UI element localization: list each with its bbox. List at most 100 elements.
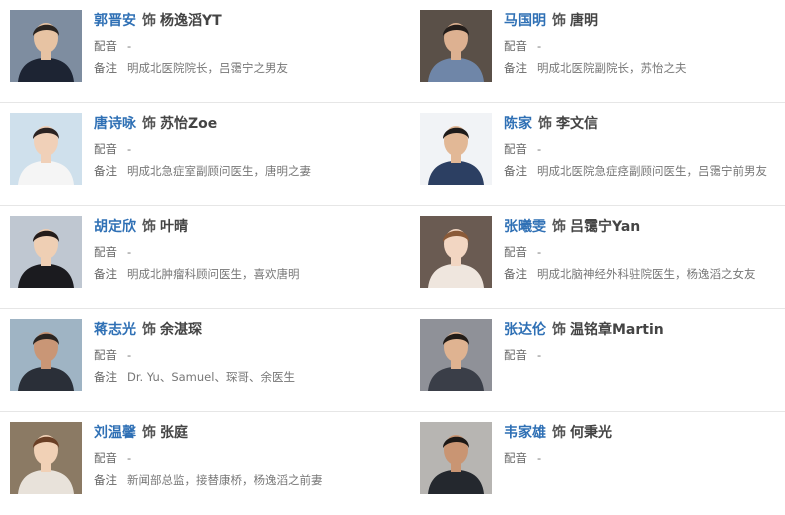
as-label: 饰 <box>142 219 156 235</box>
cast-card: 胡定欣饰叶晴 配音 - 备注 明成北肿瘤科顾问医生，喜欢唐明 <box>10 216 390 292</box>
voice-value: - <box>537 245 542 259</box>
cast-row: 唐诗咏饰苏怡Zoe 配音 - 备注 明成北急症室副顾问医生，唐明之妻 陈家饰李文信 配音 - 备… <box>0 103 785 206</box>
voice-line: 配音 - <box>504 448 785 468</box>
note-value: 新闻部总监，接替康桥，杨逸滔之前妻 <box>127 473 323 487</box>
cast-card: 刘温馨饰张庭 配音 - 备注 新闻部总监，接替康桥，杨逸滔之前妻 <box>10 422 390 498</box>
note-value: 明成北医院副院长，苏怡之夫 <box>537 61 687 75</box>
note-value: 明成北医院院长，吕霭宁之男友 <box>127 61 288 75</box>
cast-list: 郭晋安饰杨逸滔YT 配音 - 备注 明成北医院院长，吕霭宁之男友 马国明饰唐明 配音 - 备注明… <box>0 0 785 508</box>
voice-line: 配音 - <box>504 242 785 262</box>
actor-photo[interactable] <box>10 216 82 288</box>
actor-name-link[interactable]: 张曦雯 <box>504 219 546 235</box>
cast-card: 陈家饰李文信 配音 - 备注 明成北医院急症痉副顾问医生，吕霭宁前男友 <box>420 113 785 189</box>
actor-name-link[interactable]: 郭晋安 <box>94 13 136 29</box>
cast-row: 郭晋安饰杨逸滔YT 配音 - 备注 明成北医院院长，吕霭宁之男友 马国明饰唐明 配音 - 备注明… <box>0 0 785 103</box>
voice-value: - <box>127 39 132 53</box>
cast-info: 韦家雄饰何秉光配音 - <box>504 422 785 468</box>
cast-info: 张曦雯饰吕霭宁Yan 配音 - 备注 明成北脑神经外科驻院医生，杨逸滔之女友 <box>504 216 785 284</box>
as-label: 饰 <box>142 322 156 338</box>
voice-label: 配音 <box>504 245 527 259</box>
voice-value: - <box>127 142 132 156</box>
cast-title-line: 郭晋安饰杨逸滔YT <box>94 10 386 32</box>
voice-label: 配音 <box>94 39 117 53</box>
note-value: 明成北肿瘤科顾问医生，喜欢唐明 <box>127 267 300 281</box>
cast-title-line: 胡定欣饰叶晴 <box>94 216 386 238</box>
actor-name-link[interactable]: 陈家 <box>504 116 532 132</box>
note-label: 备注 <box>94 267 117 281</box>
cast-card: 张曦雯饰吕霭宁Yan 配音 - 备注 明成北脑神经外科驻院医生，杨逸滔之女友 <box>420 216 785 292</box>
voice-label: 配音 <box>94 451 117 465</box>
cast-card: 唐诗咏饰苏怡Zoe 配音 - 备注 明成北急症室副顾问医生，唐明之妻 <box>10 113 390 189</box>
actor-photo[interactable] <box>10 422 82 494</box>
actor-photo[interactable] <box>420 319 492 391</box>
actor-name-link[interactable]: 韦家雄 <box>504 425 546 441</box>
cast-title-line: 陈家饰李文信 <box>504 113 785 135</box>
actor-name-link[interactable]: 唐诗咏 <box>94 116 136 132</box>
cast-card: 郭晋安饰杨逸滔YT 配音 - 备注 明成北医院院长，吕霭宁之男友 <box>10 10 390 86</box>
as-label: 饰 <box>552 322 566 338</box>
cast-info: 胡定欣饰叶晴 配音 - 备注 明成北肿瘤科顾问医生，喜欢唐明 <box>94 216 386 284</box>
voice-value: - <box>127 451 132 465</box>
cast-title-line: 张曦雯饰吕霭宁Yan <box>504 216 785 238</box>
voice-value: - <box>537 451 542 465</box>
actor-photo[interactable] <box>420 113 492 185</box>
cast-info: 马国明饰唐明 配音 - 备注 明成北医院副院长，苏怡之夫 <box>504 10 785 78</box>
actor-photo[interactable] <box>10 113 82 185</box>
cast-row: 蒋志光饰余湛琛 配音 - 备注 Dr. Yu、Samuel、琛哥、余医生 张达伦饰温铭章M… <box>0 309 785 412</box>
note-line: 备注 明成北医院院长，吕霭宁之男友 <box>94 58 386 78</box>
cast-title-line: 马国明饰唐明 <box>504 10 785 32</box>
role-name: 叶晴 <box>160 219 188 235</box>
voice-line: 配音 - <box>94 345 386 365</box>
voice-line: 配音 - <box>94 242 386 262</box>
as-label: 饰 <box>552 219 566 235</box>
voice-label: 配音 <box>94 142 117 156</box>
voice-label: 配音 <box>504 451 527 465</box>
role-name: 苏怡Zoe <box>160 116 218 132</box>
voice-value: - <box>127 245 132 259</box>
cast-title-line: 张达伦饰温铭章Martin <box>504 319 785 341</box>
role-name: 温铭章Martin <box>570 322 664 338</box>
as-label: 饰 <box>538 116 552 132</box>
role-name: 唐明 <box>570 13 598 29</box>
role-name: 张庭 <box>160 425 188 441</box>
note-line: 备注 明成北医院急症痉副顾问医生，吕霭宁前男友 <box>504 161 785 181</box>
actor-photo[interactable] <box>420 216 492 288</box>
actor-photo[interactable] <box>420 10 492 82</box>
note-line: 备注 Dr. Yu、Samuel、琛哥、余医生 <box>94 367 386 387</box>
voice-label: 配音 <box>94 348 117 362</box>
role-name: 何秉光 <box>570 425 612 441</box>
note-line: 备注 明成北肿瘤科顾问医生，喜欢唐明 <box>94 264 386 284</box>
actor-name-link[interactable]: 蒋志光 <box>94 322 136 338</box>
actor-name-link[interactable]: 刘温馨 <box>94 425 136 441</box>
voice-value: - <box>537 348 542 362</box>
note-value: 明成北医院急症痉副顾问医生，吕霭宁前男友 <box>537 164 767 178</box>
actor-name-link[interactable]: 马国明 <box>504 13 546 29</box>
cast-card: 蒋志光饰余湛琛 配音 - 备注 Dr. Yu、Samuel、琛哥、余医生 <box>10 319 390 395</box>
actor-name-link[interactable]: 胡定欣 <box>94 219 136 235</box>
as-label: 饰 <box>552 425 566 441</box>
note-line: 备注 明成北脑神经外科驻院医生，杨逸滔之女友 <box>504 264 785 284</box>
actor-name-link[interactable]: 张达伦 <box>504 322 546 338</box>
cast-info: 蒋志光饰余湛琛 配音 - 备注 Dr. Yu、Samuel、琛哥、余医生 <box>94 319 386 387</box>
cast-info: 郭晋安饰杨逸滔YT 配音 - 备注 明成北医院院长，吕霭宁之男友 <box>94 10 386 78</box>
voice-label: 配音 <box>504 39 527 53</box>
note-value: 明成北急症室副顾问医生，唐明之妻 <box>127 164 311 178</box>
actor-photo[interactable] <box>420 422 492 494</box>
voice-value: - <box>127 348 132 362</box>
role-name: 余湛琛 <box>160 322 202 338</box>
voice-value: - <box>537 39 542 53</box>
voice-line: 配音 - <box>94 139 386 159</box>
cast-info: 张达伦饰温铭章Martin 配音 - <box>504 319 785 365</box>
voice-label: 配音 <box>504 142 527 156</box>
role-name: 杨逸滔YT <box>160 13 222 29</box>
voice-line: 配音 - <box>504 345 785 365</box>
cast-card: 张达伦饰温铭章Martin 配音 - <box>420 319 785 395</box>
actor-photo[interactable] <box>10 10 82 82</box>
actor-photo[interactable] <box>10 319 82 391</box>
voice-line: 配音 - <box>504 139 785 159</box>
note-label: 备注 <box>94 61 117 75</box>
note-value: 明成北脑神经外科驻院医生，杨逸滔之女友 <box>537 267 756 281</box>
note-label: 备注 <box>504 164 527 178</box>
cast-info: 唐诗咏饰苏怡Zoe 配音 - 备注 明成北急症室副顾问医生，唐明之妻 <box>94 113 386 181</box>
note-label: 备注 <box>94 370 117 384</box>
